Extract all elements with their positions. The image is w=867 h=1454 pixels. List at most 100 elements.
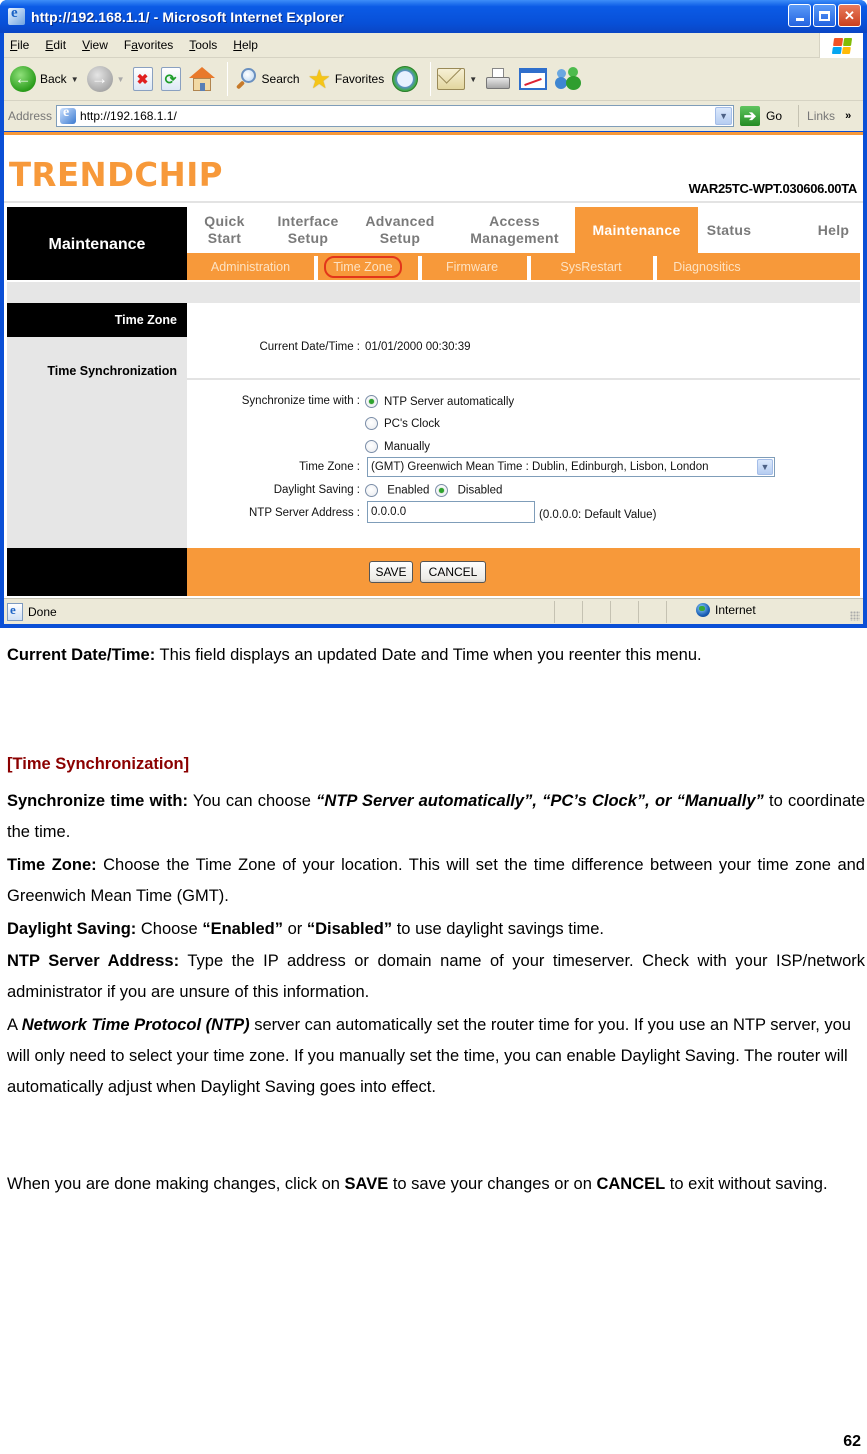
menu-edit[interactable]: Edit [37,38,74,52]
tab-interface-setup[interactable]: Interface Setup [267,207,349,253]
section-heading: [Time Synchronization] [7,755,190,773]
menu-view[interactable]: View [74,38,116,52]
history-button[interactable] [392,66,419,92]
page-done-icon [7,602,23,621]
star-icon: ★ [307,64,331,94]
mail-button[interactable]: ▼ [437,68,477,90]
forward-arrow-icon: → [86,66,113,92]
tab-access-management[interactable]: Access Management [457,207,572,253]
go-button[interactable]: ➔ Go [740,106,782,126]
tab-help[interactable]: Help [807,207,860,253]
ntp-address-label: NTP Server Address : [249,507,360,519]
refresh-icon: ⟳ [160,67,181,91]
forward-button[interactable]: → ▼ [86,66,125,92]
mail-dropdown-icon[interactable]: ▼ [469,75,477,84]
term-current-datetime: Current Date/Time: [7,646,156,664]
sync-option-pc-clock-label: PC's Clock [384,417,440,430]
chevron-down-icon[interactable]: ▼ [757,459,773,475]
favorites-label: Favorites [334,72,385,86]
para-daylight-saving: Daylight Saving: Choose “Enabled” or “Di… [7,914,865,945]
subtab-firmware[interactable]: Firmware [422,253,522,280]
back-dropdown-icon[interactable]: ▼ [71,75,79,84]
subtab-sysrestart[interactable]: SysRestart [531,253,651,280]
sync-option-pc-clock[interactable]: PC's Clock [365,417,440,430]
page-viewport: TRENDCHIP WAR25TC-WPT.030606.00TA Mainte… [4,132,863,598]
subtab-administration[interactable]: Administration [187,253,314,280]
sync-option-manually[interactable]: Manually [365,440,430,453]
refresh-button[interactable]: ⟳ [160,67,181,91]
timezone-label: Time Zone : [299,461,360,473]
sync-label: Synchronize time with : [241,395,360,407]
daylight-disabled-label: Disabled [457,484,503,497]
radio-pc-clock[interactable] [365,417,378,430]
desc-daylight-c: to use daylight savings time. [392,920,604,938]
search-button[interactable]: Search [234,67,300,91]
address-value[interactable]: http://192.168.1.1/ [80,109,177,123]
term-ntp-address: NTP Server Address: [7,952,180,970]
ntp-address-hint: (0.0.0.0: Default Value) [539,509,657,521]
forward-dropdown-icon[interactable]: ▼ [117,75,125,84]
brand-header: TRENDCHIP WAR25TC-WPT.030606.00TA [4,135,863,203]
tab-maintenance[interactable]: Maintenance [575,207,698,253]
ntp-address-input[interactable] [367,501,535,523]
menu-help[interactable]: Help [225,38,266,52]
daylight-option-disabled[interactable]: Disabled [435,484,502,497]
stop-button[interactable]: ✖ [132,67,153,91]
resize-grip[interactable] [850,611,860,621]
address-dropdown-icon[interactable]: ▼ [715,107,733,125]
menu-file[interactable]: File [4,38,37,52]
tab-quick-start[interactable]: Quick Start [187,207,262,253]
radio-daylight-disabled[interactable] [435,484,449,497]
close-button[interactable]: ✕ [838,4,861,27]
messenger-button[interactable] [555,66,583,92]
save-button[interactable]: SAVE [369,561,413,583]
chevron-right-icon[interactable]: » [845,110,851,122]
home-icon [188,67,215,91]
desc-save-a: When you are done making changes, click … [7,1175,345,1193]
section-title: Maintenance [7,207,187,280]
edit-button[interactable] [519,68,548,90]
emph-enabled: “Enabled” [202,920,284,938]
daylight-option-enabled[interactable]: Enabled [365,484,429,497]
windows-flag-icon [831,37,852,54]
address-input[interactable]: http://192.168.1.1/ ▼ [56,105,735,127]
subtab-diagnostics[interactable]: Diagnositics [657,253,757,280]
security-zone: Internet [696,603,756,617]
back-button[interactable]: ← Back ▼ [10,66,79,92]
page-number: 62 [843,1433,861,1450]
tab-status[interactable]: Status [699,207,759,253]
cancel-button[interactable]: CANCEL [420,561,486,583]
radio-manually[interactable] [365,440,378,453]
print-button[interactable] [485,68,511,90]
links-button[interactable]: Links [807,109,835,123]
minimize-button[interactable] [788,4,811,27]
desc-time-zone: Choose the Time Zone of your location. T… [7,856,865,905]
side-header: Time Zone [7,303,187,337]
desc-current-datetime: This field displays an updated Date and … [155,646,702,664]
maximize-button[interactable] [813,4,836,27]
toolbar-separator [430,62,432,96]
home-button[interactable] [188,67,215,91]
back-arrow-icon: ← [10,66,36,92]
title-bar: http://192.168.1.1/ - Microsoft Internet… [0,0,867,33]
radio-ntp[interactable] [365,395,378,408]
favorites-button[interactable]: ★ Favorites [308,66,385,92]
radio-daylight-enabled[interactable] [365,484,378,497]
menu-favorites[interactable]: Favorites [116,38,181,52]
status-bar: Done Internet [4,598,863,624]
para-ntp-info: A Network Time Protocol (NTP) server can… [7,1010,857,1103]
search-icon [234,67,258,91]
address-label: Address [8,109,53,123]
go-arrow-icon: ➔ [740,106,761,126]
sync-option-ntp[interactable]: NTP Server automatically [365,395,514,408]
timezone-value: (GMT) Greenwich Mean Time : Dublin, Edin… [371,461,709,473]
tab-advanced-setup[interactable]: Advanced Setup [359,207,441,253]
ie-logo-icon [8,5,25,25]
subtab-time-zone[interactable]: Time Zone [318,253,408,280]
main-nav: Quick Start Interface Setup Advanced Set… [187,207,860,253]
emph-ntp: Network Time Protocol (NTP) [21,1016,250,1034]
close-icon: ✕ [844,7,855,23]
timezone-select[interactable]: (GMT) Greenwich Mean Time : Dublin, Edin… [367,457,775,477]
menu-tools[interactable]: Tools [181,38,225,52]
browser-window: http://192.168.1.1/ - Microsoft Internet… [0,0,867,628]
